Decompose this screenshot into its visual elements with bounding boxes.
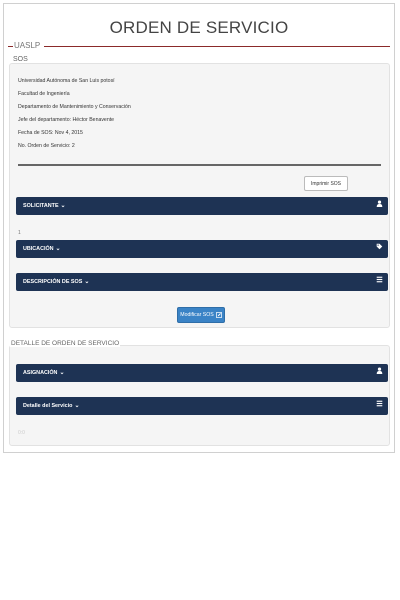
user-icon: [376, 197, 383, 215]
service-order-page: ORDEN DE SERVICIO UASLP Universidad Autó…: [3, 3, 395, 453]
ubicacion-bar[interactable]: UBICACIÓN ⌄: [16, 240, 388, 258]
edit-icon: [215, 312, 222, 318]
user-icon: [376, 364, 383, 382]
list-icon: [376, 397, 383, 415]
chevron-down-icon: ⌄: [55, 246, 61, 252]
info-jefe: Jefe del departamento: Héctor Benavente: [18, 117, 115, 123]
asignacion-label: ASIGNACIÓN ⌄: [23, 370, 65, 376]
chevron-down-icon: ⌄: [60, 203, 66, 209]
chevron-down-icon: ⌄: [74, 403, 80, 409]
solicitante-label: SOLICITANTE ⌄: [23, 203, 66, 209]
info-facultad: Facultad de Ingeniería: [18, 91, 70, 97]
descripcion-label: DESCRIPCIÓN DE SOS ⌄: [23, 279, 90, 285]
detalle-legend: DETALLE DE ORDEN DE SERVICIO: [10, 340, 121, 347]
info-universidad: Universidad Autónoma de San Luis potosí: [18, 78, 115, 84]
list-icon: [376, 273, 383, 291]
uaslp-divider: [44, 46, 390, 47]
detalle-servicio-bar[interactable]: Detalle del Servicio ⌄: [16, 397, 388, 415]
uaslp-legend: UASLP: [14, 41, 41, 50]
detalle-panel: ASIGNACIÓN ⌄ Detalle del Servicio ⌄ 0:0: [9, 345, 390, 446]
chevron-down-icon: ⌄: [59, 370, 65, 376]
tag-icon: [376, 240, 383, 258]
info-no-orden: No. Orden de Servicio: 2: [18, 143, 75, 149]
print-sos-button[interactable]: Imprimir SOS: [304, 176, 348, 191]
faint-text: 0:0: [18, 430, 25, 436]
descripcion-bar[interactable]: DESCRIPCIÓN DE SOS ⌄: [16, 273, 388, 291]
modify-sos-button[interactable]: Modificar SOS: [177, 307, 225, 323]
location-count: 1: [18, 230, 21, 236]
sos-legend: SOS: [11, 56, 30, 63]
section-divider: [18, 164, 381, 166]
info-fecha: Fecha de SOS: Nov 4, 2015: [18, 130, 83, 136]
chevron-down-icon: ⌄: [84, 279, 90, 285]
info-departamento: Departamento de Mantenimiento y Conserva…: [18, 104, 131, 110]
solicitante-bar[interactable]: SOLICITANTE ⌄: [16, 197, 388, 215]
detalle-servicio-label: Detalle del Servicio ⌄: [23, 403, 80, 409]
uaslp-divider-left: [8, 46, 13, 47]
ubicacion-label: UBICACIÓN ⌄: [23, 246, 61, 252]
page-title: ORDEN DE SERVICIO: [109, 18, 289, 37]
asignacion-bar[interactable]: ASIGNACIÓN ⌄: [16, 364, 388, 382]
sos-panel: Universidad Autónoma de San Luis potosí …: [9, 63, 390, 328]
